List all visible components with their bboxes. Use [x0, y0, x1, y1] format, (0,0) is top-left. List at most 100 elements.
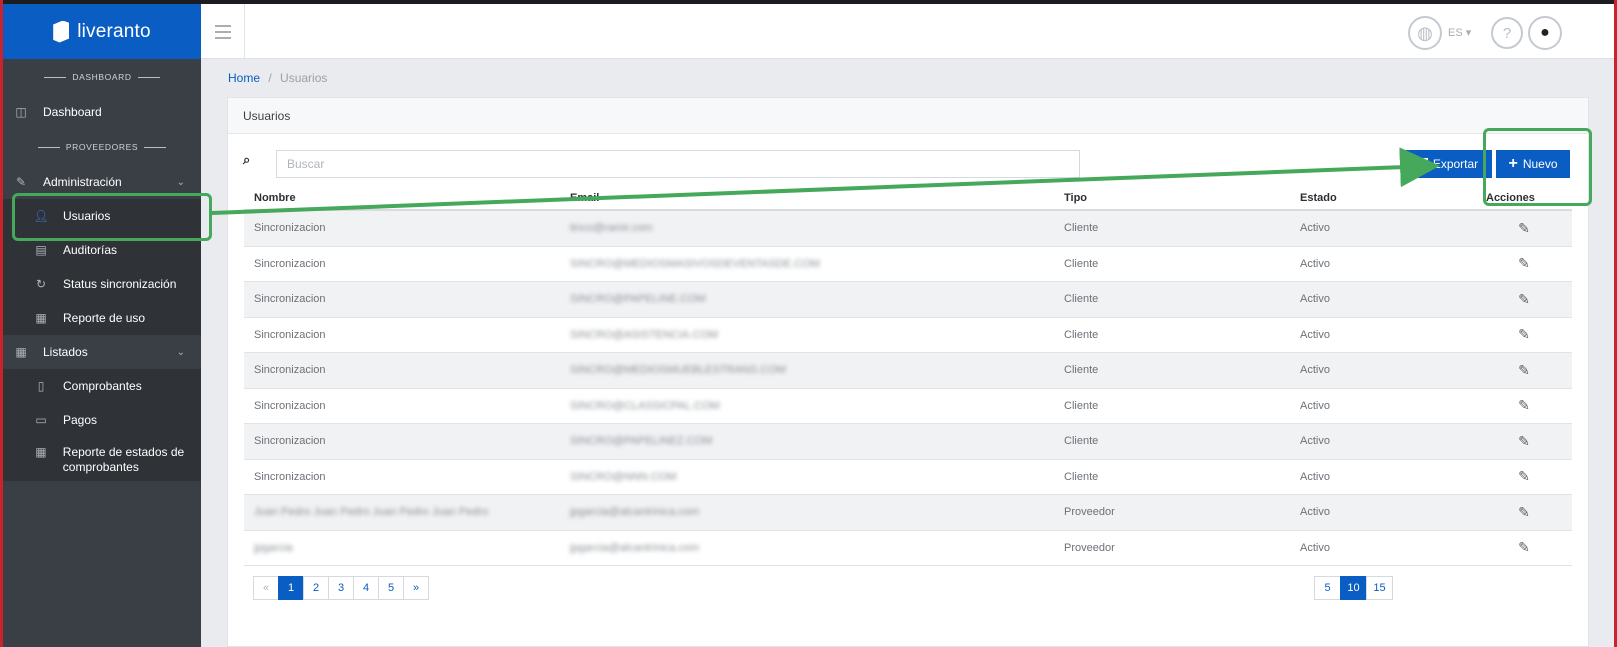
users-card: Usuarios ⌕ Exportar + Nuevo Nombre Email…: [227, 97, 1589, 647]
cell-estado: Activo: [1300, 435, 1330, 448]
edit-icon[interactable]: ✎: [1476, 362, 1572, 379]
search-input[interactable]: [276, 150, 1080, 178]
cell-email: SINCRO@ASISTENCIA.COM: [570, 328, 719, 341]
page-size-option[interactable]: 15: [1366, 576, 1393, 600]
cell-tipo: Cliente: [1064, 328, 1099, 341]
edit-icon[interactable]: ✎: [1476, 255, 1572, 272]
table-row: Sincronizacion SINCRO@NNN.COM Cliente Activ…: [244, 460, 1572, 495]
search-icon: ⌕: [243, 152, 251, 167]
sidebar-item-label: Comprobantes: [63, 379, 142, 393]
edit-icon[interactable]: ✎: [1476, 539, 1572, 556]
sidebar-item-comprobantes[interactable]: ▯ Comprobantes: [3, 369, 201, 403]
column-header-email[interactable]: Email: [560, 192, 1054, 204]
top-header: ◍ ES ▾ ? ●: [201, 4, 1614, 59]
cell-estado: Activo: [1300, 222, 1330, 235]
table-row: Juan Pedro Juan Pedro Juan Pedro Juan Pe…: [244, 495, 1572, 531]
sidebar-item-pagos[interactable]: ▭ Pagos: [3, 403, 201, 437]
brand-name: liveranto: [77, 20, 151, 42]
edit-icon[interactable]: ✎: [1476, 291, 1572, 308]
sidebar: liveranto DASHBOARD ◫ Dashboard PROVEEDO…: [3, 4, 201, 647]
sidebar-item-label: Reporte de estados de comprobantes: [62, 445, 185, 474]
card-title: Usuarios: [228, 98, 1588, 134]
pagination-page[interactable]: 3: [328, 576, 354, 600]
cell-estado: Activo: [1300, 506, 1330, 519]
edit-icon[interactable]: ✎: [1476, 326, 1572, 343]
pagination: « 1 2 3 4 5 »: [253, 576, 429, 600]
sidebar-item-listados[interactable]: ▦ Listados ⌄: [3, 335, 201, 369]
pagination-page[interactable]: 1: [278, 576, 304, 600]
table-row: Sincronizacion SINCRO@PAPELINE.COM Cliente…: [244, 282, 1572, 318]
pagination-page[interactable]: 2: [303, 576, 329, 600]
edit-icon[interactable]: ✎: [1476, 468, 1572, 485]
sidebar-item-reporte-de-uso[interactable]: ▦ Reporte de uso: [3, 301, 201, 335]
cell-tipo: Proveedor: [1064, 506, 1115, 519]
pagination-next[interactable]: »: [403, 576, 429, 600]
language-selector[interactable]: ES ▾: [1448, 26, 1471, 39]
pagination-prev[interactable]: «: [253, 576, 279, 600]
page-size-option[interactable]: 5: [1314, 576, 1341, 600]
cell-email: SINCRO@NNN.COM: [570, 470, 677, 483]
cell-tipo: Cliente: [1064, 470, 1099, 483]
sidebar-item-label: Administración: [43, 175, 122, 189]
cell-tipo: Cliente: [1064, 257, 1099, 270]
table-row: jpgarcia jpgarcia@alcantrinica.com Proveed…: [244, 531, 1572, 566]
breadcrumb-home[interactable]: Home: [228, 71, 260, 85]
pagination-page[interactable]: 5: [378, 576, 404, 600]
cell-nombre: Sincronizacion: [254, 222, 326, 235]
cell-email: SINCRO@MEDIOSMASIVOSDEVENTASDE.COM: [570, 257, 820, 270]
table-row: Sincronizacion SINCRO@PAPELINEZ.COM Client…: [244, 424, 1572, 460]
cell-nombre: Sincronizacion: [254, 435, 326, 448]
document-icon: [1417, 157, 1428, 171]
cell-tipo: Cliente: [1064, 222, 1099, 235]
cell-estado: Activo: [1300, 399, 1330, 412]
column-header-tipo[interactable]: Tipo: [1054, 192, 1290, 204]
edit-icon[interactable]: ✎: [1476, 220, 1572, 237]
cell-nombre: Sincronizacion: [254, 257, 326, 270]
cell-email: jpgarcia@alcantrinica.com: [570, 506, 700, 519]
cell-estado: Activo: [1300, 328, 1330, 341]
table-row: Sincronizacion SINCRO@MEDIOSMUEBLESTRANS.…: [244, 353, 1572, 389]
section-proveedores: PROVEEDORES: [3, 129, 201, 165]
edit-icon[interactable]: ✎: [1476, 504, 1572, 521]
edit-icon[interactable]: ✎: [1476, 433, 1572, 450]
hamburger-menu-button[interactable]: [201, 4, 245, 59]
sidebar-item-reporte-estados[interactable]: ▦ Reporte de estados de comprobantes: [3, 437, 201, 481]
breadcrumb-current: Usuarios: [280, 71, 328, 85]
help-icon[interactable]: ?: [1491, 17, 1523, 49]
receipt-icon: ▯: [37, 379, 45, 393]
table-row: Sincronizacion SINCRO@CLASSICPAL.COM Clien…: [244, 389, 1572, 424]
cell-estado: Activo: [1300, 470, 1330, 483]
page-size-option[interactable]: 10: [1340, 576, 1367, 600]
pencil-icon: ✎: [15, 175, 27, 189]
cell-email: jpgarcia@alcantrinica.com: [570, 541, 700, 554]
edit-icon[interactable]: ✎: [1476, 397, 1572, 414]
cell-estado: Activo: [1300, 293, 1330, 306]
user-avatar-icon[interactable]: ●: [1528, 16, 1562, 50]
cell-email: SINCRO@PAPELINEZ.COM: [570, 435, 713, 448]
cell-nombre: Sincronizacion: [254, 293, 326, 306]
cell-nombre: Sincronizacion: [254, 364, 326, 377]
cell-tipo: Proveedor: [1064, 541, 1115, 554]
sidebar-item-label: Listados: [43, 345, 88, 359]
sidebar-item-status-sincronizacion[interactable]: ↻ Status sincronización: [3, 267, 201, 301]
sidebar-item-label: Pagos: [63, 413, 98, 427]
table-row: Sincronizacion SINCRO@MEDIOSMASIVOSDEVENT…: [244, 247, 1572, 282]
brand-logo[interactable]: liveranto: [3, 4, 201, 59]
table-row: Sincronizacion SINCRO@ASISTENCIA.COM Clien…: [244, 318, 1572, 353]
cell-nombre: Sincronizacion: [254, 470, 326, 483]
sidebar-item-dashboard[interactable]: ◫ Dashboard: [3, 95, 201, 129]
cell-nombre: Juan Pedro Juan Pedro Juan Pedro Juan Pe…: [254, 506, 489, 519]
table-body: Sincronizacion tinco@ramir.com Cliente Acti…: [244, 211, 1572, 566]
column-header-nombre[interactable]: Nombre: [244, 192, 560, 204]
table-icon: ▦: [35, 311, 47, 325]
cell-tipo: Cliente: [1064, 435, 1099, 448]
table-icon: ▦: [35, 445, 47, 459]
pagination-page[interactable]: 4: [353, 576, 379, 600]
sidebar-item-label: Reporte de uso: [63, 311, 146, 325]
page-size-selector: 5 10 15: [1314, 576, 1393, 600]
cell-email: SINCRO@PAPELINE.COM: [570, 293, 706, 306]
column-header-estado[interactable]: Estado: [1290, 192, 1476, 204]
globe-icon[interactable]: ◍: [1408, 16, 1442, 50]
export-button[interactable]: Exportar: [1404, 150, 1492, 178]
logo-icon: [53, 20, 70, 43]
